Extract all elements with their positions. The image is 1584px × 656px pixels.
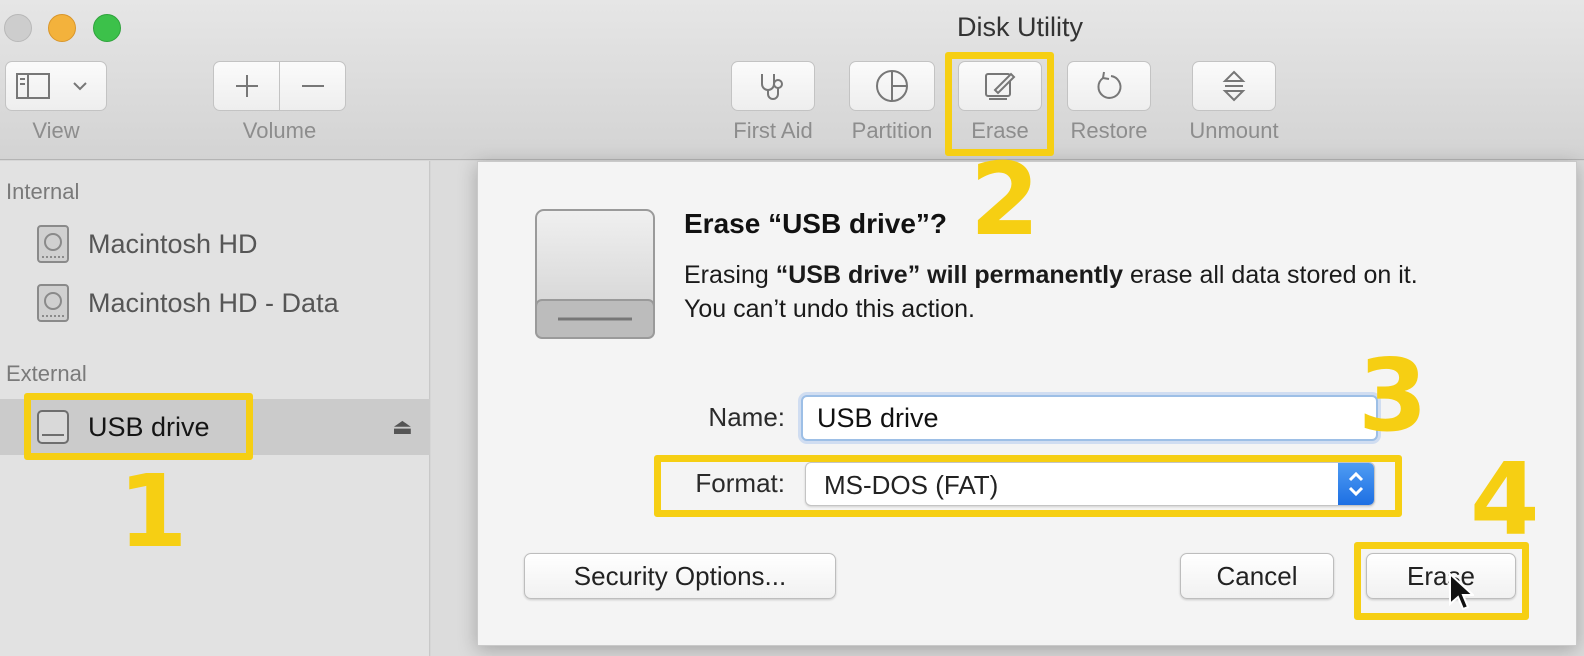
step-number-1: 1: [118, 453, 188, 570]
window-toolbar: Disk Utility View Volume First Aid Parti…: [0, 0, 1584, 160]
message-bold: “USB drive” will permanently: [775, 261, 1124, 289]
plus-icon: [235, 75, 258, 97]
unmount-label: Unmount: [1189, 118, 1279, 143]
restore-label: Restore: [1070, 118, 1148, 143]
window-title: Disk Utility: [957, 12, 1083, 42]
step-number-2: 2: [970, 141, 1040, 258]
step-number-4: 4: [1470, 441, 1540, 558]
first-aid-button[interactable]: [731, 61, 815, 111]
stethoscope-icon: [761, 74, 783, 100]
sidebar-item-macintosh-hd-data[interactable]: Macintosh HD - Data: [0, 275, 430, 331]
external-drive-icon: [535, 209, 655, 339]
message-prefix: Erasing: [684, 261, 776, 289]
volume-label: Volume: [242, 118, 317, 143]
restore-button[interactable]: [1067, 61, 1151, 111]
sidebar-item-label: Macintosh HD - Data: [88, 287, 339, 318]
highlight-format: [654, 455, 1402, 517]
minus-icon: [301, 85, 324, 87]
cancel-button[interactable]: Cancel: [1180, 553, 1334, 599]
partition-button[interactable]: [849, 61, 935, 111]
first-aid-label: First Aid: [733, 118, 813, 143]
view-button[interactable]: [5, 61, 107, 111]
view-label: View: [32, 118, 80, 143]
security-options-button[interactable]: Security Options...: [524, 553, 836, 599]
partition-label: Partition: [851, 118, 933, 143]
sidebar-section-external: External: [6, 361, 87, 386]
remove-volume-button[interactable]: [279, 61, 346, 111]
restore-arrow-icon: [1097, 71, 1122, 99]
unmount-icon: [1222, 70, 1246, 102]
chevron-down-icon: [73, 82, 87, 91]
sheet-title: Erase “USB drive”?: [684, 208, 947, 239]
pie-partition-icon: [876, 70, 908, 102]
eject-icon[interactable]: ⏏: [392, 414, 413, 440]
step-number-3: 3: [1358, 337, 1428, 454]
sheet-message: Erasing “USB drive” will permanently era…: [684, 258, 1544, 326]
internal-drive-icon: [37, 284, 69, 322]
highlight-usb-drive: [24, 393, 253, 460]
message-warning: You can’t undo this action.: [684, 295, 975, 323]
sidebar-item-macintosh-hd[interactable]: Macintosh HD: [0, 216, 430, 272]
add-volume-button[interactable]: [213, 61, 280, 111]
sidebar-item-label: Macintosh HD: [88, 228, 258, 259]
internal-drive-icon: [37, 225, 69, 263]
message-suffix: erase all data stored on it.: [1123, 261, 1418, 289]
sidebar-section-internal: Internal: [6, 179, 80, 204]
highlight-erase-button: [1354, 542, 1529, 620]
sidebar-icon: [16, 73, 50, 99]
unmount-button[interactable]: [1192, 61, 1276, 111]
name-label: Name:: [708, 402, 785, 432]
name-field[interactable]: [801, 395, 1378, 441]
